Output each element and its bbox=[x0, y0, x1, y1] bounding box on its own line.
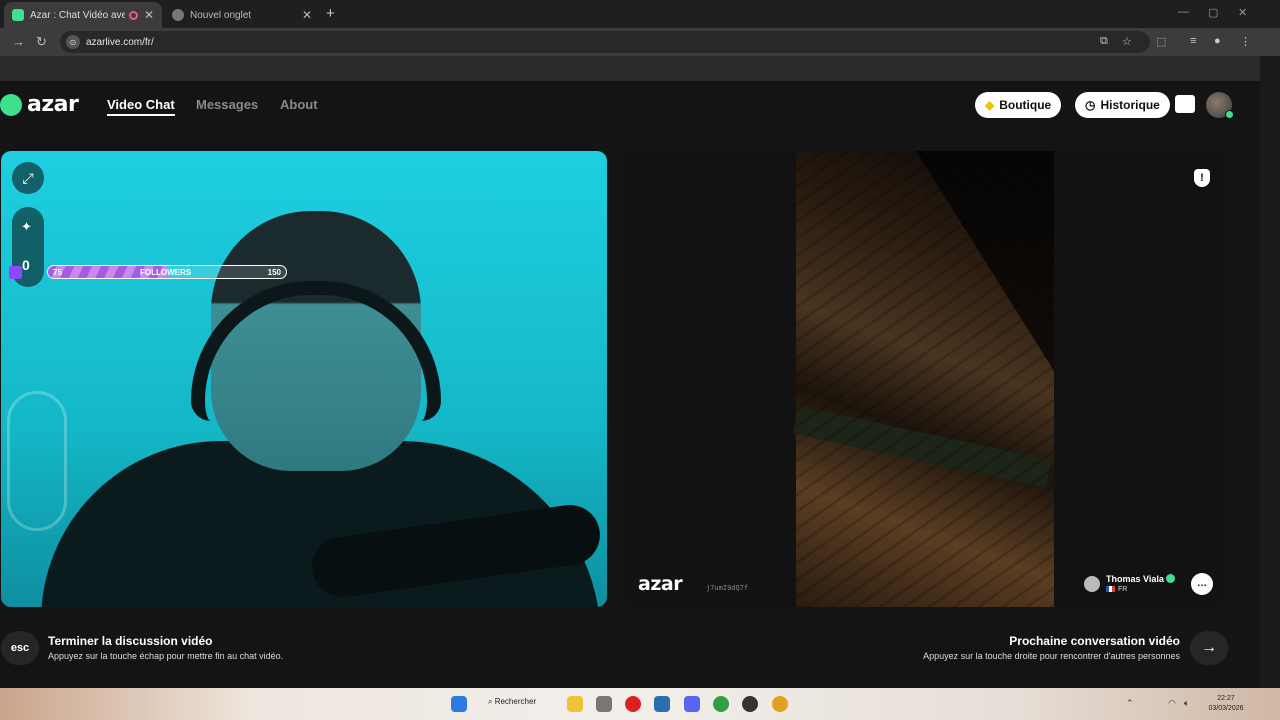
next-chat-hint: Appuyez sur la touche droite pour rencon… bbox=[923, 651, 1180, 661]
chrome-profile-icon[interactable] bbox=[772, 696, 788, 712]
remote-video: ! azar j7umI9dQ7f Thomas Viala FR … bbox=[624, 151, 1224, 607]
globe-icon bbox=[172, 9, 184, 21]
close-tab-icon[interactable]: ✕ bbox=[302, 8, 312, 22]
bookmarks-area bbox=[0, 56, 1260, 81]
report-shield-icon[interactable]: ! bbox=[1194, 169, 1210, 187]
remote-feed bbox=[793, 151, 1054, 607]
maximize-icon[interactable]: ▢ bbox=[1208, 6, 1218, 19]
clock-icon: ◷ bbox=[1085, 98, 1096, 112]
bookmark-star-icon[interactable]: ☆ bbox=[1122, 35, 1132, 48]
discord-icon[interactable] bbox=[684, 696, 700, 712]
menu-icon[interactable]: ⋮ bbox=[1240, 35, 1251, 48]
watermark-logo: azar bbox=[638, 573, 683, 595]
taskbar: ⌕ Rechercher ⌃ ◠ 🔈︎ 22:27 03/03/2026 bbox=[0, 688, 1280, 720]
close-window-icon[interactable]: ✕ bbox=[1238, 6, 1247, 19]
taskbar-clock[interactable]: 22:27 03/03/2026 bbox=[1204, 694, 1248, 714]
screen: Azar : Chat Vidéo avec de n ✕ Nouvel ong… bbox=[0, 0, 1280, 720]
verified-icon bbox=[1166, 574, 1175, 583]
install-app-icon[interactable]: ⧉ bbox=[1100, 35, 1108, 48]
peer-name: Thomas Viala bbox=[1106, 574, 1164, 584]
clock-date: 03/03/2026 bbox=[1208, 705, 1244, 712]
followers-start: 75 bbox=[53, 268, 62, 277]
file-explorer-icon[interactable] bbox=[567, 696, 583, 712]
wood-planks bbox=[796, 151, 1054, 607]
historique-label: Historique bbox=[1100, 98, 1160, 112]
search-label: Rechercher bbox=[494, 697, 537, 706]
end-chat-hint: Appuyez sur la touche échap pour mettre … bbox=[48, 651, 284, 661]
next-chat-title: Prochaine conversation vidéo bbox=[1009, 634, 1180, 648]
gem-icon: ◆ bbox=[985, 98, 995, 112]
chat-bubble-icon[interactable]: … bbox=[1191, 573, 1213, 595]
site-info-icon[interactable]: ⊙ bbox=[66, 35, 80, 49]
next-chat-button[interactable]: → bbox=[1190, 631, 1228, 665]
followers-label: FOLLOWERS bbox=[140, 268, 192, 277]
nav-messages[interactable]: Messages bbox=[196, 97, 258, 112]
twitch-icon bbox=[9, 266, 22, 279]
opera-icon[interactable] bbox=[625, 696, 641, 712]
counter-value: 0 bbox=[22, 257, 30, 273]
azar-logo[interactable]: azar bbox=[0, 92, 79, 117]
recording-icon bbox=[128, 10, 138, 20]
nav-video-chat[interactable]: Video Chat bbox=[107, 97, 175, 116]
close-tab-icon[interactable]: ✕ bbox=[144, 8, 154, 22]
tray-chevron-icon[interactable]: ⌃ bbox=[1126, 698, 1134, 709]
tab-title: Nouvel onglet bbox=[190, 9, 252, 21]
media-control-icon[interactable]: ≡ bbox=[1190, 35, 1196, 47]
local-video: ⤢ ✦ 0 75 FOLLOWERS 150 bbox=[1, 151, 607, 607]
url-text: azarlive.com/fr/ bbox=[86, 36, 154, 48]
france-flag-icon bbox=[1106, 586, 1115, 593]
watermark-id: j7umI9dQ7f bbox=[706, 584, 749, 592]
extensions-icon[interactable]: ⬚ bbox=[1156, 35, 1166, 48]
peer-info[interactable]: Thomas Viala FR bbox=[1084, 571, 1196, 597]
address-bar[interactable]: ⊙ azarlive.com/fr/ bbox=[60, 31, 1150, 53]
historique-button[interactable]: ◷ Historique bbox=[1075, 92, 1170, 118]
clock-time: 22:27 bbox=[1217, 695, 1235, 702]
logo-text: azar bbox=[27, 92, 79, 117]
taskbar-search[interactable]: ⌕ Rechercher bbox=[488, 697, 536, 707]
boutique-button[interactable]: ◆ Boutique bbox=[975, 92, 1062, 118]
app-icon[interactable] bbox=[654, 696, 670, 712]
end-chat-title: Terminer la discussion vidéo bbox=[48, 634, 213, 648]
followers-goal-bar: 75 FOLLOWERS 150 bbox=[47, 265, 287, 279]
chrome-icon[interactable] bbox=[713, 696, 729, 712]
boutique-label: Boutique bbox=[999, 98, 1052, 112]
peer-country-code: FR bbox=[1118, 586, 1128, 593]
tab-azar[interactable]: Azar : Chat Vidéo avec de n ✕ bbox=[4, 2, 162, 28]
browser-toolbar: → ↻ ⊙ azarlive.com/fr/ ⧉ ☆ ⬚ ≡ ● ⋮ bbox=[0, 28, 1280, 56]
inbox-icon[interactable] bbox=[1175, 95, 1195, 113]
wifi-icon[interactable]: ◠ bbox=[1168, 698, 1176, 709]
avatar[interactable] bbox=[1206, 92, 1234, 119]
tab-title: Azar : Chat Vidéo avec de n bbox=[30, 9, 125, 21]
notepad-icon[interactable] bbox=[596, 696, 612, 712]
new-tab-button[interactable]: + bbox=[326, 5, 335, 22]
tab-new[interactable]: Nouvel onglet ✕ bbox=[164, 2, 320, 28]
peer-country: FR bbox=[1106, 586, 1127, 593]
followers-goal: 150 bbox=[267, 268, 281, 277]
esc-button[interactable]: esc bbox=[1, 631, 39, 665]
forward-icon[interactable]: → bbox=[12, 34, 25, 49]
window-edge bbox=[1260, 56, 1280, 688]
volume-icon[interactable]: 🔈︎ bbox=[1184, 698, 1189, 709]
profile-icon[interactable]: ● bbox=[1214, 35, 1221, 47]
browser-tab-bar: Azar : Chat Vidéo avec de n ✕ Nouvel ong… bbox=[0, 0, 1280, 28]
obs-icon[interactable] bbox=[742, 696, 758, 712]
magic-wand-icon[interactable]: ✦ bbox=[21, 219, 32, 235]
nav-about[interactable]: About bbox=[280, 97, 318, 112]
azar-page: azar Video Chat Messages About ◆ Boutiqu… bbox=[0, 81, 1260, 688]
minimize-icon[interactable]: — bbox=[1178, 6, 1189, 18]
azar-logo-icon bbox=[0, 93, 22, 116]
background-fan bbox=[7, 391, 67, 531]
peer-avatar bbox=[1084, 576, 1100, 592]
azar-favicon-icon bbox=[12, 9, 24, 21]
expand-icon[interactable]: ⤢ bbox=[12, 162, 44, 194]
online-status-icon bbox=[1225, 110, 1234, 119]
windows-start-icon[interactable] bbox=[451, 696, 467, 712]
reload-icon[interactable]: ↻ bbox=[36, 34, 47, 50]
